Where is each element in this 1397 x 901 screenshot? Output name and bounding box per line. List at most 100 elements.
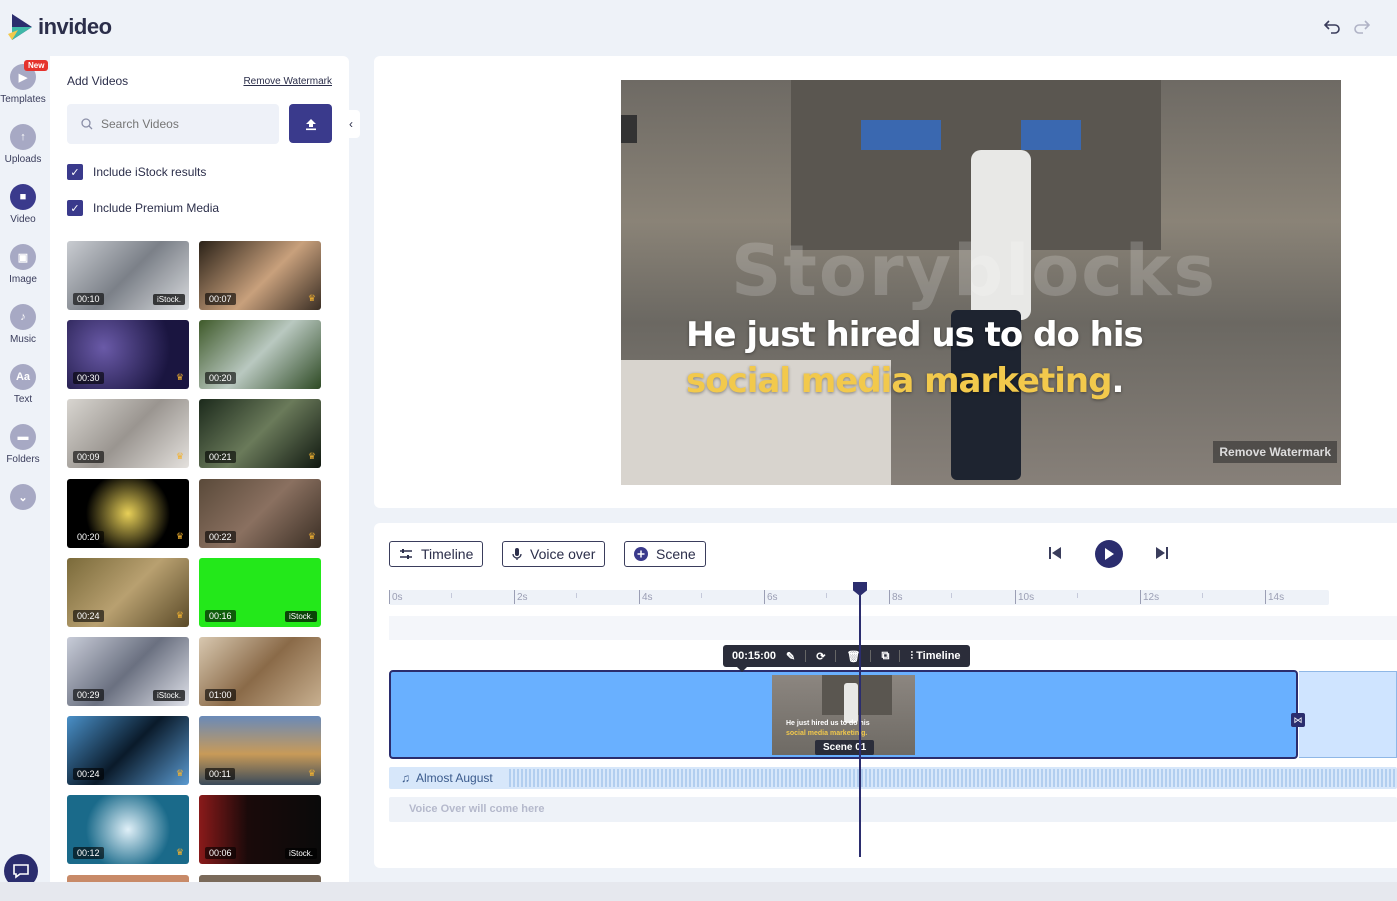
pencil-icon[interactable]: ✎	[786, 650, 795, 663]
rail-more-button[interactable]: ⌄	[0, 484, 46, 514]
video-thumb[interactable]	[67, 875, 189, 882]
crown-icon: ♛	[307, 531, 316, 541]
ruler-tick: 2s	[514, 590, 528, 604]
music-icon: ♪	[10, 304, 36, 330]
rail-item-music[interactable]: ♪ Music	[0, 304, 46, 345]
new-badge: New	[24, 60, 49, 71]
chevron-down-icon: ⌄	[10, 484, 36, 510]
rail-label-image: Image	[9, 274, 37, 285]
toolbar-timeline-button[interactable]: ⫶ Timeline	[910, 650, 960, 663]
search-icon	[81, 118, 93, 130]
bottom-scrollbar[interactable]	[0, 882, 1397, 901]
rail-item-video[interactable]: ■ Video	[0, 184, 46, 225]
transition-icon[interactable]: ⋈	[1291, 713, 1305, 727]
crown-icon: ♛	[175, 372, 184, 382]
duplicate-icon[interactable]: ⧉	[881, 650, 889, 663]
play-button[interactable]	[1095, 540, 1123, 568]
binders	[1021, 120, 1081, 150]
microphone-icon	[512, 548, 522, 560]
ruler-tick-minor	[451, 593, 454, 598]
next-scene-clip[interactable]	[1299, 671, 1397, 758]
caption-dot: .	[1111, 361, 1124, 401]
ruler-tick-minor	[951, 593, 954, 598]
empty-track[interactable]	[389, 616, 1397, 640]
add-scene-button[interactable]: Scene	[624, 541, 706, 567]
upload-icon: ↑	[10, 124, 36, 150]
rail-label-templates: Templates	[0, 94, 46, 105]
ruler-tick: 10s	[1015, 590, 1034, 604]
voice-over-button[interactable]: Voice over	[502, 541, 606, 567]
ruler-tick-minor	[1077, 593, 1080, 598]
audio-waveform	[509, 769, 1397, 787]
undo-icon[interactable]	[1323, 18, 1341, 39]
upload-button[interactable]	[289, 104, 332, 143]
video-caption[interactable]: He just hired us to do his social media …	[686, 312, 1144, 404]
rail-item-uploads[interactable]: ↑ Uploads	[0, 124, 46, 165]
video-thumb[interactable]: 00:07 ♛	[199, 241, 321, 310]
rail-item-text[interactable]: Aa Text	[0, 364, 46, 405]
rail-label-video: Video	[10, 214, 36, 225]
video-preview[interactable]: Storyblocks He just hired us to do his s…	[621, 80, 1341, 485]
storyblocks-watermark: Storyblocks	[731, 230, 1218, 312]
chat-icon	[13, 864, 29, 879]
search-box	[67, 104, 279, 144]
video-thumb[interactable]: 00:24 ♛	[67, 716, 189, 785]
chevron-left-icon: ‹	[349, 117, 353, 131]
timeline-button[interactable]: Timeline	[389, 541, 484, 567]
video-thumb[interactable]: 00:10 iStock.	[67, 241, 189, 310]
collapse-panel-button[interactable]: ‹	[342, 110, 360, 138]
video-thumb[interactable]: 00:29 iStock.	[67, 637, 189, 706]
refresh-icon[interactable]: ⟳	[816, 650, 825, 663]
video-thumb[interactable]: 00:20 ♛	[67, 479, 189, 548]
text-icon: Aa	[10, 364, 36, 390]
crown-icon: ♛	[175, 847, 184, 857]
skip-back-icon[interactable]	[1048, 546, 1062, 565]
search-input[interactable]	[101, 117, 251, 131]
video-thumb[interactable]: 00:20	[199, 320, 321, 389]
invideo-logo[interactable]: invideo	[8, 12, 112, 42]
clip-duration[interactable]: 00:15:00	[732, 650, 776, 662]
rail-item-image[interactable]: ▣ Image	[0, 244, 46, 285]
side-tab	[621, 115, 637, 143]
video-thumb[interactable]: 00:11 ♛	[199, 716, 321, 785]
video-thumb[interactable]: 00:16 iStock.	[199, 558, 321, 627]
rail-item-folders[interactable]: ▬ Folders	[0, 424, 46, 465]
video-thumb[interactable]: 00:12 ♛	[67, 795, 189, 864]
voice-over-track[interactable]: Voice Over will come here	[389, 797, 1397, 822]
scene-button-label: Scene	[656, 546, 696, 562]
video-thumb[interactable]: 00:24 ♛	[67, 558, 189, 627]
video-thumb[interactable]: 00:09 ♛	[67, 399, 189, 468]
remove-watermark-button[interactable]: Remove Watermark	[1213, 441, 1337, 463]
ruler-tick-minor	[1202, 593, 1205, 598]
istock-badge: iStock.	[152, 690, 185, 701]
skip-forward-icon[interactable]	[1155, 546, 1169, 565]
video-thumb[interactable]: 00:30 ♛	[67, 320, 189, 389]
include-istock-checkbox[interactable]: ✓ Include iStock results	[67, 164, 206, 180]
istock-badge: iStock.	[284, 611, 317, 622]
timeline-button-label: Timeline	[421, 546, 474, 562]
rail-label-text: Text	[13, 394, 33, 405]
binders	[861, 120, 941, 150]
clip-toolbar: 00:15:00 ✎ ⟳ 🗑 ⧉ ⫶ Timeline	[723, 645, 970, 672]
play-icon	[1105, 548, 1114, 560]
audio-track[interactable]: ♫ Almost August	[389, 767, 1397, 789]
video-thumb[interactable]: 01:00	[199, 637, 321, 706]
playhead[interactable]	[859, 583, 861, 857]
crown-icon: ♛	[307, 451, 316, 461]
redo-icon[interactable]	[1353, 18, 1371, 39]
checkbox-checked-icon: ✓	[67, 164, 83, 180]
ruler-tick-minor	[701, 593, 704, 598]
video-thumb[interactable]	[199, 875, 321, 882]
rail-item-templates[interactable]: ▶ New Templates	[0, 60, 49, 105]
music-note-icon: ♫	[401, 771, 410, 785]
ruler-tick: 12s	[1140, 590, 1159, 604]
rail-label-uploads: Uploads	[4, 154, 42, 165]
crown-icon: ♛	[175, 768, 184, 778]
video-thumb[interactable]: 00:06 iStock.	[199, 795, 321, 864]
video-thumb[interactable]: 00:22 ♛	[199, 479, 321, 548]
include-premium-checkbox[interactable]: ✓ Include Premium Media	[67, 200, 219, 216]
include-premium-label: Include Premium Media	[93, 201, 220, 215]
caption-line2: social media marketing	[686, 361, 1112, 401]
remove-watermark-link[interactable]: Remove Watermark	[243, 76, 332, 87]
video-thumb[interactable]: 00:21 ♛	[199, 399, 321, 468]
